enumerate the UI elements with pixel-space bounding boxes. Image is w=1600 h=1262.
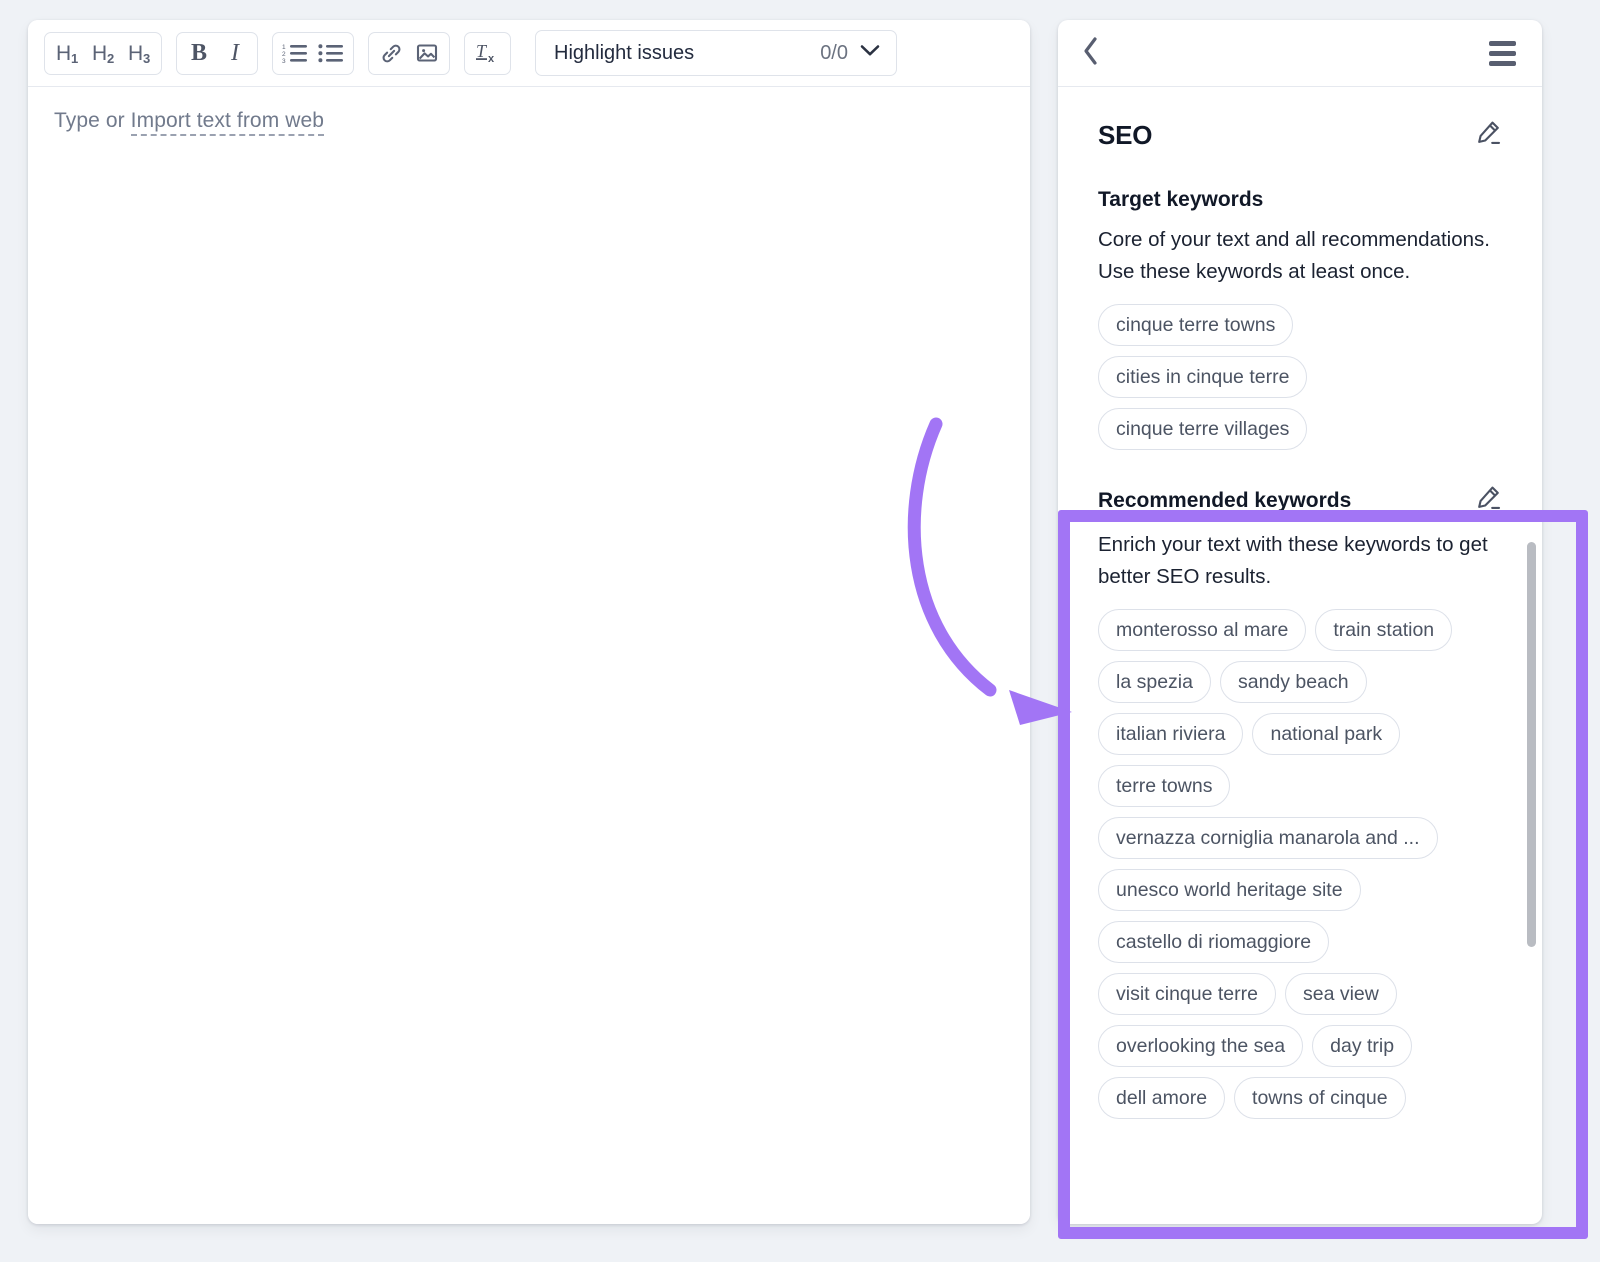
svg-text:1: 1 <box>282 44 286 51</box>
editor-card: H1 H2 H3 B I <box>28 20 1030 1224</box>
clear-formatting-button[interactable]: T x <box>469 36 506 71</box>
highlight-issues-label: Highlight issues <box>554 42 820 65</box>
keyword-chip[interactable]: unesco world heritage site <box>1098 869 1361 911</box>
highlight-issues-select[interactable]: Highlight issues 0/0 <box>535 30 897 76</box>
keyword-chip[interactable]: sandy beach <box>1220 661 1367 703</box>
link-button[interactable] <box>373 36 409 71</box>
editor-placeholder: Type or Import text from web <box>54 109 1004 133</box>
keyword-chip[interactable]: visit cinque terre <box>1098 973 1276 1015</box>
keyword-chip[interactable]: vernazza corniglia manarola and ... <box>1098 817 1438 859</box>
svg-text:3: 3 <box>282 58 286 64</box>
text-style-button-group: B I <box>176 32 258 75</box>
section-description: Core of your text and all recommendation… <box>1098 224 1502 288</box>
highlight-issues-count: 0/0 <box>820 42 848 65</box>
h1-label: H <box>56 42 71 65</box>
recommended-keyword-chip-list: monterosso al mare train station la spez… <box>1098 609 1502 1119</box>
pencil-edit-icon <box>1474 119 1502 152</box>
italic-button[interactable]: I <box>217 36 253 71</box>
ordered-list-button[interactable]: 1 2 3 <box>277 36 313 71</box>
link-icon <box>379 41 404 66</box>
h1-sub: 1 <box>71 51 78 66</box>
h3-sub: 3 <box>143 51 150 66</box>
keyword-chip[interactable]: day trip <box>1312 1025 1412 1067</box>
seo-edit-button[interactable] <box>1474 119 1502 152</box>
keyword-chip[interactable]: sea view <box>1285 973 1397 1015</box>
keyword-chip[interactable]: cinque terre villages <box>1098 408 1307 450</box>
heading-1-button[interactable]: H1 <box>49 36 85 71</box>
seo-side-panel: SEO Target keywords Core <box>1058 20 1542 1224</box>
section-title: Target keywords <box>1098 188 1502 212</box>
import-text-from-web-link[interactable]: Import text from web <box>131 109 324 136</box>
keyword-chip[interactable]: dell amore <box>1098 1077 1225 1119</box>
keyword-chip[interactable]: train station <box>1315 609 1452 651</box>
chevron-down-icon <box>860 44 880 62</box>
h3-label: H <box>128 42 143 65</box>
bullet-list-icon <box>318 42 344 64</box>
keyword-chip[interactable]: la spezia <box>1098 661 1211 703</box>
page-title: SEO <box>1098 120 1152 151</box>
hamburger-menu-icon <box>1489 41 1516 66</box>
panel-menu-button[interactable] <box>1489 41 1516 66</box>
image-button[interactable] <box>409 36 445 71</box>
keyword-chip[interactable]: overlooking the sea <box>1098 1025 1303 1067</box>
bold-label: B <box>191 41 207 65</box>
clear-formatting-icon: T x <box>474 40 501 66</box>
svg-text:2: 2 <box>282 51 286 58</box>
bullet-list-button[interactable] <box>313 36 349 71</box>
recommended-keywords-edit-button[interactable] <box>1474 484 1502 517</box>
placeholder-prefix: Type or <box>54 109 131 132</box>
keyword-chip[interactable]: castello di riomaggiore <box>1098 921 1329 963</box>
clear-format-button-group: T x <box>464 32 511 75</box>
pencil-edit-icon <box>1474 484 1502 517</box>
editor-text-area[interactable]: Type or Import text from web <box>28 87 1030 1224</box>
app-root: H1 H2 H3 B I <box>0 0 1600 1262</box>
side-panel-scroll-area: SEO Target keywords Core <box>1058 87 1542 1224</box>
heading-3-button[interactable]: H3 <box>121 36 157 71</box>
keyword-chip[interactable]: towns of cinque <box>1234 1077 1406 1119</box>
keyword-chip[interactable]: cities in cinque terre <box>1098 356 1307 398</box>
bold-button[interactable]: B <box>181 36 217 71</box>
keyword-chip[interactable]: italian riviera <box>1098 713 1243 755</box>
italic-label: I <box>231 41 239 65</box>
keyword-chip[interactable]: cinque terre towns <box>1098 304 1293 346</box>
svg-text:x: x <box>488 53 495 65</box>
list-button-group: 1 2 3 <box>272 32 354 75</box>
heading-button-group: H1 H2 H3 <box>44 32 162 75</box>
section-title: Recommended keywords <box>1098 489 1351 513</box>
heading-2-button[interactable]: H2 <box>85 36 121 71</box>
image-icon <box>415 41 439 65</box>
seo-title-row: SEO <box>1058 87 1542 152</box>
editor-toolbar: H1 H2 H3 B I <box>28 20 1030 87</box>
numbered-list-icon: 1 2 3 <box>282 42 308 64</box>
keyword-chip[interactable]: terre towns <box>1098 765 1230 807</box>
insert-button-group <box>368 32 450 75</box>
back-button[interactable] <box>1082 36 1100 71</box>
svg-text:T: T <box>476 41 488 61</box>
section-description: Enrich your text with these keywords to … <box>1098 529 1502 593</box>
side-panel-scrollbar[interactable] <box>1527 542 1536 947</box>
h2-label: H <box>92 42 107 65</box>
chevron-left-icon <box>1082 36 1100 71</box>
keyword-chip[interactable]: monterosso al mare <box>1098 609 1306 651</box>
keyword-chip[interactable]: national park <box>1252 713 1400 755</box>
side-panel-header <box>1058 20 1542 87</box>
section-target-keywords: Target keywords Core of your text and al… <box>1058 152 1542 450</box>
target-keyword-chip-list: cinque terre towns cities in cinque terr… <box>1098 304 1502 450</box>
h2-sub: 2 <box>107 51 114 66</box>
section-recommended-keywords: Recommended keywords Enrich your text wi… <box>1058 450 1542 1119</box>
